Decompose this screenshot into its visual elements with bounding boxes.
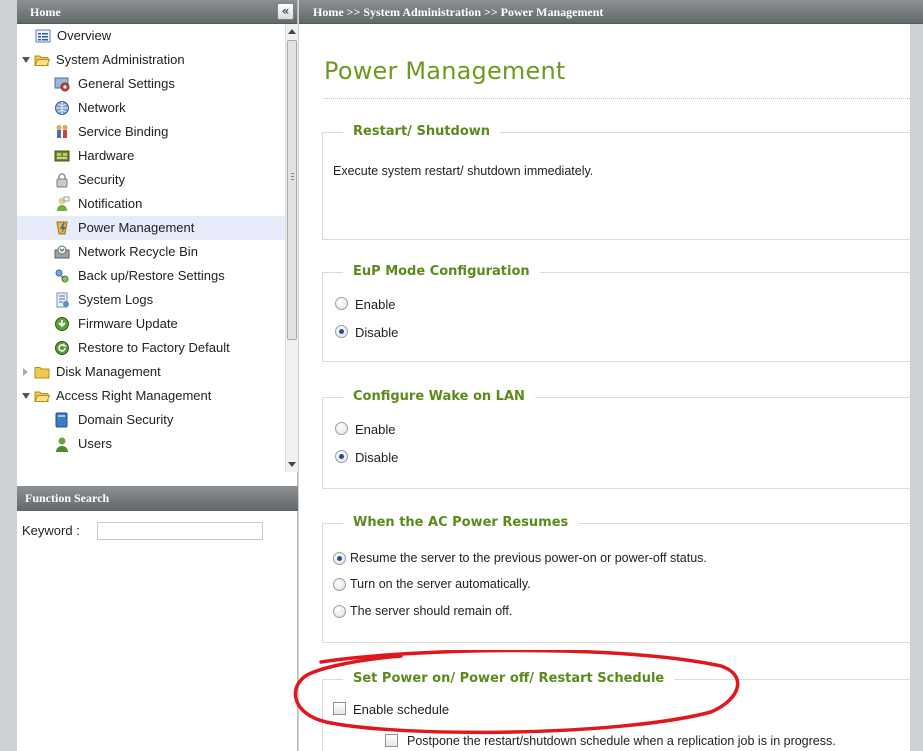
- eup-enable-radio[interactable]: [335, 297, 348, 310]
- tree-item-label: System Logs: [78, 292, 154, 307]
- folder-icon: [34, 367, 50, 379]
- tree-item-label: Users: [78, 436, 112, 451]
- tree-item-label: Firmware Update: [78, 316, 178, 331]
- scroll-down-arrow-icon[interactable]: [288, 462, 296, 467]
- tree-item-backup-restore-settings[interactable]: Back up/Restore Settings: [17, 264, 285, 288]
- tree-item-disk-management[interactable]: Disk Management: [17, 360, 285, 384]
- folder-open-icon: [34, 55, 50, 66]
- eup-disable-radio[interactable]: [335, 325, 348, 338]
- tree-item-label: Notification: [78, 196, 143, 211]
- ac-remain-off-label[interactable]: The server should remain off.: [350, 604, 512, 618]
- keyword-label: Keyword :: [22, 523, 80, 538]
- ac-power-resumes-section: When the AC Power Resumes Resume the ser…: [322, 514, 923, 643]
- breadcrumb: Home >> System Administration >> Power M…: [299, 0, 923, 24]
- tree-item-label: Domain Security: [78, 412, 174, 427]
- tree-item-label: Security: [78, 172, 125, 187]
- network-icon: [55, 101, 69, 115]
- keyword-search-input[interactable]: [97, 522, 263, 540]
- tree-item-firmware-update[interactable]: Firmware Update: [17, 312, 285, 336]
- tree-item-label: Overview: [57, 28, 112, 43]
- wol-enable-radio[interactable]: [335, 422, 348, 435]
- tree-item-restore-factory-default[interactable]: Restore to Factory Default: [17, 336, 285, 360]
- tree-item-system-logs[interactable]: System Logs: [17, 288, 285, 312]
- tree-item-notification[interactable]: Notification: [17, 192, 285, 216]
- tree-item-hardware[interactable]: Hardware: [17, 144, 285, 168]
- tree-item-general-settings[interactable]: General Settings: [17, 72, 285, 96]
- restart-shutdown-section: Restart/ Shutdown Execute system restart…: [322, 123, 923, 240]
- collapsed-arrow-icon[interactable]: [23, 368, 28, 376]
- expanded-arrow-icon[interactable]: [22, 57, 30, 63]
- power-icon: [56, 221, 68, 235]
- tree-item-domain-security[interactable]: Domain Security: [17, 408, 285, 432]
- scrollbar-thumb[interactable]: [287, 40, 297, 340]
- tree-item-label: Service Binding: [78, 124, 169, 139]
- main-content-panel: Home >> System Administration >> Power M…: [299, 0, 923, 751]
- eup-enable-label[interactable]: Enable: [355, 297, 395, 312]
- annotation-highlight-ellipse: [293, 650, 740, 735]
- title-divider: [324, 98, 914, 99]
- tree-item-label: Back up/Restore Settings: [78, 268, 225, 283]
- overview-icon: [35, 29, 51, 43]
- tree-item-label: Access Right Management: [56, 388, 212, 403]
- tree-item-power-management[interactable]: Power Management: [17, 216, 285, 240]
- ac-turn-on-label[interactable]: Turn on the server automatically.: [350, 577, 531, 591]
- tree-item-label: Hardware: [78, 148, 135, 163]
- lock-icon: [56, 173, 68, 188]
- tree-item-service-binding[interactable]: Service Binding: [17, 120, 285, 144]
- factory-reset-icon: [55, 341, 69, 355]
- page-right-edge: [910, 24, 923, 751]
- recycle-bin-icon: [54, 245, 70, 259]
- wake-on-lan-legend: Configure Wake on LAN: [343, 388, 535, 406]
- tree-item-security[interactable]: Security: [17, 168, 285, 192]
- notification-icon: [57, 196, 70, 211]
- tree-item-overview[interactable]: Overview: [17, 24, 285, 48]
- users-icon: [56, 437, 68, 452]
- tree-item-access-right-management[interactable]: Access Right Management: [17, 384, 285, 408]
- tree-item-label: Disk Management: [56, 364, 161, 379]
- eup-disable-label[interactable]: Disable: [355, 325, 398, 340]
- tree-scrollbar[interactable]: [285, 24, 298, 472]
- eup-mode-section: EuP Mode Configuration Enable Disable: [322, 263, 923, 362]
- ac-resume-previous-label[interactable]: Resume the server to the previous power-…: [350, 551, 707, 565]
- tree-item-label: Network: [78, 100, 126, 115]
- wol-enable-label[interactable]: Enable: [355, 422, 395, 437]
- wake-on-lan-section: Configure Wake on LAN Enable Disable: [322, 388, 923, 489]
- restart-shutdown-description: Execute system restart/ shutdown immedia…: [333, 164, 594, 178]
- tree-item-label: Power Management: [78, 220, 195, 235]
- tree-item-label: Network Recycle Bin: [78, 244, 198, 259]
- tree-item-label: Restore to Factory Default: [78, 340, 230, 355]
- wol-disable-label[interactable]: Disable: [355, 450, 398, 465]
- backup-icon: [55, 269, 69, 283]
- tree-item-system-administration[interactable]: System Administration: [17, 48, 285, 72]
- ac-resume-previous-radio[interactable]: [333, 552, 346, 565]
- navigation-header: Home «: [17, 0, 297, 24]
- navigation-tree: Overview System Administration General S…: [17, 24, 298, 486]
- domain-icon: [55, 412, 68, 428]
- folder-open-icon: [34, 391, 50, 402]
- ac-turn-on-radio[interactable]: [333, 578, 346, 591]
- wol-disable-radio[interactable]: [335, 450, 348, 463]
- page-title: Power Management: [324, 57, 566, 85]
- collapse-panel-icon[interactable]: «: [277, 3, 294, 20]
- navigation-header-title: Home: [30, 5, 61, 19]
- firmware-icon: [55, 317, 69, 331]
- eup-mode-legend: EuP Mode Configuration: [343, 263, 540, 281]
- hardware-icon: [54, 150, 70, 162]
- service-binding-icon: [56, 125, 68, 138]
- restart-shutdown-legend: Restart/ Shutdown: [343, 123, 501, 141]
- tree-item-network[interactable]: Network: [17, 96, 285, 120]
- tree-item-network-recycle-bin[interactable]: Network Recycle Bin: [17, 240, 285, 264]
- expanded-arrow-icon[interactable]: [22, 393, 30, 399]
- left-navigation-panel: Home « Overview System Administration Ge…: [17, 0, 298, 751]
- ac-power-legend: When the AC Power Resumes: [343, 514, 579, 532]
- scroll-up-arrow-icon[interactable]: [288, 29, 296, 34]
- logs-icon: [56, 292, 69, 308]
- tree-item-users[interactable]: Users: [17, 432, 285, 456]
- postpone-schedule-label[interactable]: Postpone the restart/shutdown schedule w…: [407, 734, 836, 748]
- general-settings-icon: [54, 77, 70, 92]
- tree-item-label: General Settings: [78, 76, 175, 91]
- ac-remain-off-radio[interactable]: [333, 605, 346, 618]
- tree-item-label: System Administration: [56, 52, 185, 67]
- function-search-header: Function Search: [17, 486, 298, 511]
